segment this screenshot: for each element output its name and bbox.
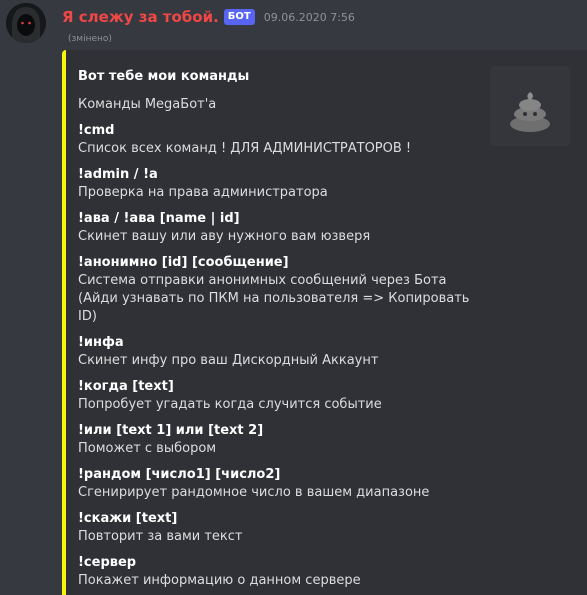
bot-tag: БОТ xyxy=(223,9,255,25)
author-name[interactable]: Я слежу за тобой. xyxy=(62,8,219,26)
embed-field: !сервер Покажет информацию о данном серв… xyxy=(78,554,478,590)
embed-title: Вот тебе мои команды xyxy=(78,69,250,84)
field-value: Система отправки анонимных сообщений чер… xyxy=(78,273,470,324)
edited-label: (змінено) xyxy=(68,34,112,44)
field-name: !когда [text] xyxy=(78,379,174,394)
field-name: !инфа xyxy=(78,335,124,350)
timestamp: 09.06.2020 7:56 xyxy=(263,10,355,24)
field-value: Попробует угадать когда случится событие xyxy=(78,397,382,412)
field-name: !анонимно [id] [сообщение] xyxy=(78,255,289,270)
field-value: Сгенирирует рандомное число в вашем диап… xyxy=(78,485,430,500)
message-header: Я слежу за тобой. БОТ 09.06.2020 7:56 xyxy=(62,6,355,28)
field-value: Повторит за вами текст xyxy=(78,529,243,544)
field-name: !или [text 1] или [text 2] xyxy=(78,423,264,438)
embed-field: !инфа Скинет инфу про ваш Дискордный Акк… xyxy=(78,334,478,370)
poop-icon xyxy=(510,92,550,132)
embed-field: !или [text 1] или [text 2] Поможет с выб… xyxy=(78,422,478,458)
field-name: !cmd xyxy=(78,123,115,138)
field-value: Список всех команд ! ДЛЯ АДМИНИСТРАТОРОВ… xyxy=(78,141,412,156)
embed-field: !рандом [число1] [число2] Сгенирирует ра… xyxy=(78,466,478,502)
embed-content: Вот тебе мои команды Команды MegaБот'а !… xyxy=(78,68,478,590)
embed-field: !cmd Список всех команд ! ДЛЯ АДМИНИСТРА… xyxy=(78,122,478,158)
embed-field: !скажи [text] Повторит за вами текст xyxy=(78,510,478,546)
field-value: Поможет с выбором xyxy=(78,441,217,456)
field-name: !рандом [число1] [число2] xyxy=(78,467,281,482)
embed-field: !анонимно [id] [сообщение] Система отпра… xyxy=(78,254,478,326)
field-value: Скинет инфу про ваш Дискордный Аккаунт xyxy=(78,353,379,368)
chat-message: Я слежу за тобой. БОТ 09.06.2020 7:56 (з… xyxy=(0,0,587,595)
embed-description: Команды MegaБот'а xyxy=(78,97,217,112)
hooded-figure-icon xyxy=(6,3,46,43)
embed: Вот тебе мои команды Команды MegaБот'а !… xyxy=(62,50,587,595)
field-value: Покажет информацию о данном сервере xyxy=(78,573,361,588)
field-name: !admin / !a xyxy=(78,167,158,182)
embed-field: !когда [text] Попробует угадать когда сл… xyxy=(78,378,478,414)
field-name: !скажи [text] xyxy=(78,511,178,526)
embed-thumbnail[interactable] xyxy=(490,66,570,146)
field-name: !сервер xyxy=(78,555,137,570)
field-value: Проверка на права администратора xyxy=(78,185,328,200)
embed-field: !ава / !ава [name | id] Скинет вашу или … xyxy=(78,210,478,246)
field-name: !ава / !ава [name | id] xyxy=(78,211,240,226)
field-value: Скинет вашу или аву нужного вам юзверя xyxy=(78,229,371,244)
embed-field: !admin / !a Проверка на права администра… xyxy=(78,166,478,202)
avatar[interactable] xyxy=(6,3,46,43)
